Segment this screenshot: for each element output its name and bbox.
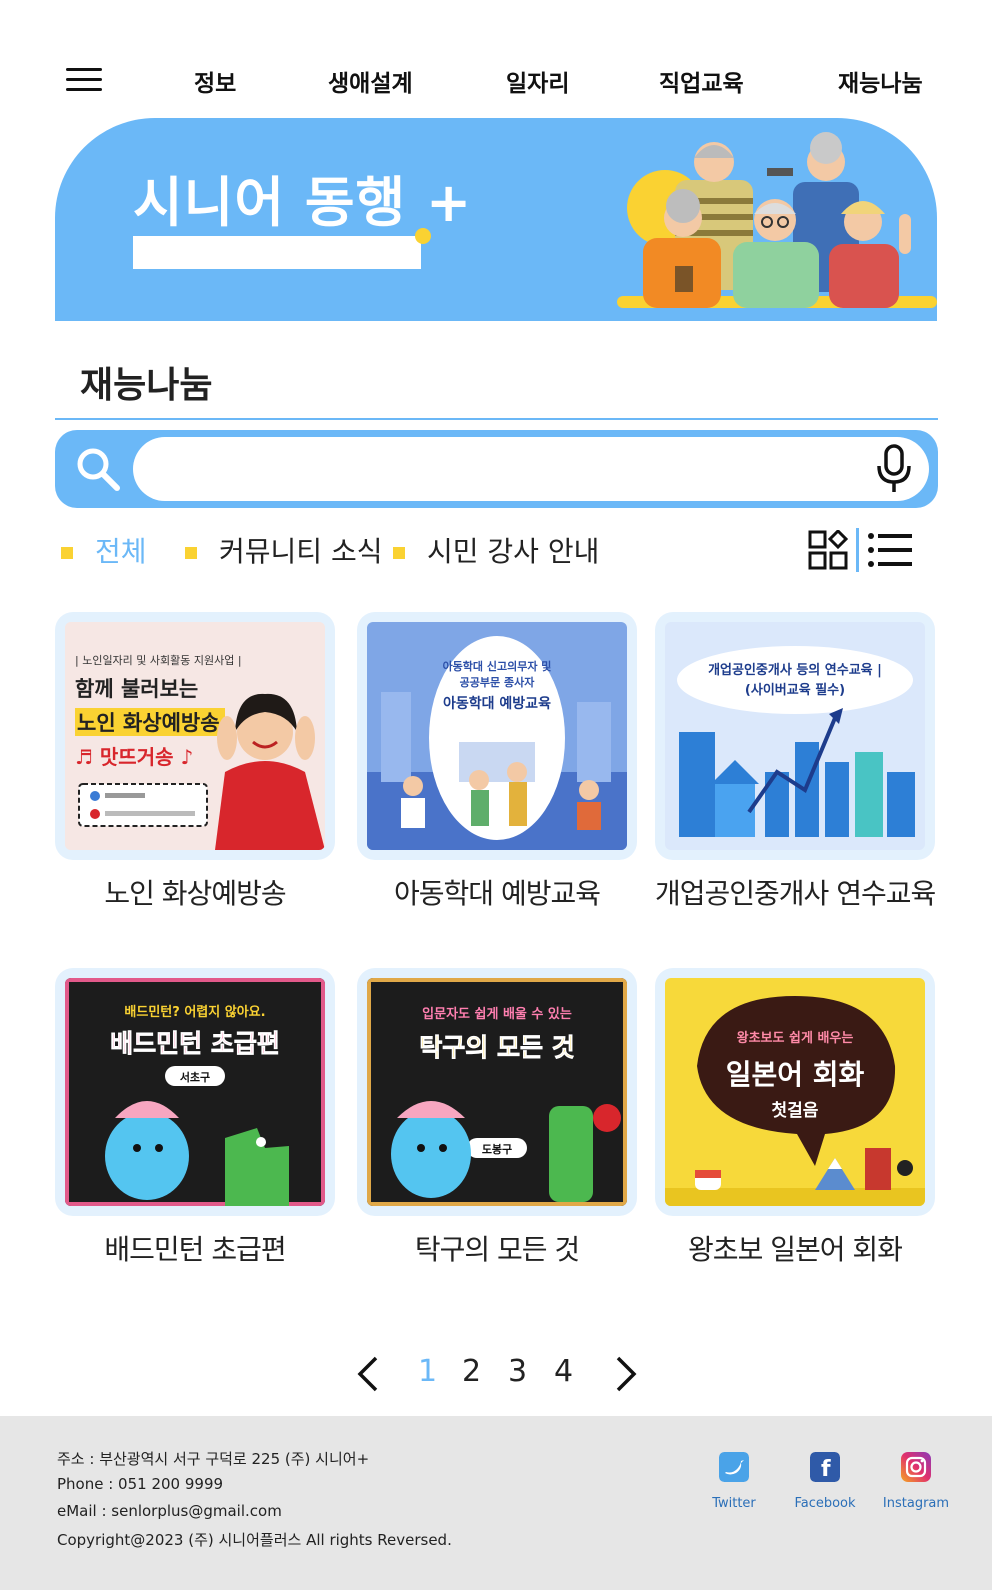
- realtor-training-image: 개업공인중개사 등의 연수교육 | (사이버교육 필수): [665, 622, 925, 850]
- filter-citizen-instructor[interactable]: 시민 강사 안내: [393, 530, 599, 570]
- bullet-square: [185, 547, 197, 559]
- filter-community-news[interactable]: 커뮤니티 소식: [185, 530, 382, 570]
- footer-copyright: Copyright@2023 (주) 시니어플러스 All rights Rev…: [57, 1531, 452, 1549]
- category-filters: 전체 커뮤니티 소식 시민 강사 안내: [55, 526, 938, 572]
- facebook-link[interactable]: f Facebook: [785, 1452, 865, 1511]
- filter-label: 시민 강사 안내: [427, 535, 600, 568]
- instagram-icon: [901, 1452, 931, 1482]
- footer: 주소 : 부산광역시 서구 구덕로 225 (주) 시니어+ Phone : 0…: [0, 1416, 992, 1590]
- bullet-square: [61, 547, 73, 559]
- footer-email: eMail : senlorplus@gmail.com: [57, 1502, 282, 1520]
- hero-banner: 시니어 동행 +: [55, 118, 937, 321]
- image-caption: 배드민턴 초급편: [110, 1029, 280, 1058]
- card-title: 아동학대 예방교육: [394, 877, 601, 910]
- nav-item-jobs[interactable]: 일자리: [506, 64, 569, 98]
- list-view-icon[interactable]: [868, 532, 912, 568]
- card-thumbnail: 아동학대 신고의무자 및 공공부문 종사자 아동학대 예방교육: [357, 612, 637, 860]
- title-divider: [55, 418, 938, 420]
- next-page-chevron-icon[interactable]: [614, 1356, 638, 1392]
- content-card[interactable]: 왕초보도 쉽게 배우는 일본어 회화 첫걸음 왕초보 일본어 회화: [655, 968, 935, 1268]
- image-caption: 개업공인중개사 등의 연수교육 |: [708, 662, 882, 678]
- burn-prevention-song-image: | 노인일자리 및 사회활동 지원사업 | 함께 불러보는 노인 화상예방송 ♬…: [65, 622, 325, 850]
- hamburger-menu-icon[interactable]: [66, 68, 102, 94]
- image-caption: 서초구: [180, 1070, 210, 1084]
- content-card[interactable]: 입문자도 쉽게 배울 수 있는 탁구의 모든 것 도봉구 탁구의 모든 것: [357, 968, 637, 1268]
- svg-text:f: f: [821, 1457, 831, 1482]
- card-title: 왕초보 일본어 회화: [688, 1233, 903, 1266]
- content-card[interactable]: 배드민턴? 어렵지 않아요. 배드민턴 초급편 서초구 배드민턴 초급편: [55, 968, 335, 1268]
- instagram-link[interactable]: Instagram: [876, 1452, 956, 1511]
- image-caption: 도봉구: [482, 1143, 512, 1156]
- content-card[interactable]: 개업공인중개사 등의 연수교육 | (사이버교육 필수) 개업공인중개사 연수교…: [655, 612, 936, 912]
- twitter-icon: [719, 1452, 749, 1482]
- card-thumbnail: 입문자도 쉽게 배울 수 있는 탁구의 모든 것 도봉구: [357, 968, 637, 1216]
- footer-phone: Phone : 051 200 9999: [57, 1475, 224, 1493]
- content-card[interactable]: | 노인일자리 및 사회활동 지원사업 | 함께 불러보는 노인 화상예방송 ♬…: [55, 612, 335, 912]
- card-title: 배드민턴 초급편: [104, 1233, 286, 1266]
- pagination: 1 2 3 4: [0, 1350, 992, 1400]
- filter-label: 전체: [95, 535, 147, 568]
- top-nav: 정보 생애설계 일자리 직업교육 재능나눔: [0, 50, 992, 110]
- social-label: Facebook: [794, 1496, 856, 1511]
- twitter-link[interactable]: Twitter: [694, 1452, 774, 1511]
- footer-address: 주소 : 부산광역시 서구 구덕로 225 (주) 시니어+: [57, 1450, 370, 1468]
- toggle-divider: [856, 528, 859, 572]
- card-thumbnail: 왕초보도 쉽게 배우는 일본어 회화 첫걸음: [655, 968, 935, 1216]
- page-number[interactable]: 4: [554, 1354, 573, 1389]
- image-caption: 일본어 회화: [726, 1058, 865, 1091]
- image-caption: 탁구의 모든 것: [419, 1033, 574, 1062]
- image-caption: 함께 불러보는: [75, 677, 198, 701]
- image-caption: | 노인일자리 및 사회활동 지원사업 |: [75, 653, 242, 667]
- page-title: 재능나눔: [80, 365, 213, 406]
- card-thumbnail: 개업공인중개사 등의 연수교육 | (사이버교육 필수): [655, 612, 935, 860]
- microphone-icon[interactable]: [874, 444, 914, 494]
- prev-page-chevron-icon[interactable]: [356, 1356, 380, 1392]
- nav-item-talent-sharing[interactable]: 재능나눔: [838, 64, 923, 98]
- image-caption: 노인 화상예방송: [77, 711, 220, 735]
- banner-underline-bar: [133, 236, 421, 269]
- card-title: 노인 화상예방송: [104, 877, 286, 910]
- grid-view-icon[interactable]: [808, 530, 848, 570]
- banner-title: 시니어 동행 +: [133, 171, 473, 234]
- filter-label: 커뮤니티 소식: [219, 535, 383, 568]
- nav-item-info[interactable]: 정보: [194, 64, 236, 98]
- image-caption: 공공부문 종사자: [460, 675, 536, 689]
- image-caption: 왕초보도 쉽게 배우는: [737, 1030, 854, 1046]
- page-number[interactable]: 3: [508, 1354, 527, 1389]
- banner-dot: [415, 228, 431, 244]
- image-caption: 아동학대 예방교육: [443, 695, 551, 712]
- badminton-beginner-image: 배드민턴? 어렵지 않아요. 배드민턴 초급편 서초구: [65, 978, 325, 1206]
- social-label: Twitter: [712, 1496, 756, 1511]
- content-card[interactable]: 아동학대 신고의무자 및 공공부문 종사자 아동학대 예방교육 아동학대 예방교…: [357, 612, 637, 912]
- nav-item-vocational-education[interactable]: 직업교육: [659, 64, 744, 98]
- japanese-conversation-image: 왕초보도 쉽게 배우는 일본어 회화 첫걸음: [665, 978, 925, 1206]
- child-abuse-prevention-image: 아동학대 신고의무자 및 공공부문 종사자 아동학대 예방교육: [367, 622, 627, 850]
- seniors-illustration: [617, 132, 937, 308]
- card-thumbnail: | 노인일자리 및 사회활동 지원사업 | 함께 불러보는 노인 화상예방송 ♬…: [55, 612, 335, 860]
- card-thumbnail: 배드민턴? 어렵지 않아요. 배드민턴 초급편 서초구: [55, 968, 335, 1216]
- page-number[interactable]: 2: [462, 1354, 481, 1389]
- nav-item-life-planning[interactable]: 생애설계: [328, 64, 413, 98]
- facebook-icon: f: [810, 1452, 840, 1482]
- search-icon[interactable]: [75, 446, 121, 492]
- search-bar: [55, 430, 938, 508]
- image-caption: (사이버교육 필수): [745, 682, 845, 698]
- bullet-square: [393, 547, 405, 559]
- image-caption: 첫걸음: [772, 1100, 819, 1121]
- image-caption: 배드민턴? 어렵지 않아요.: [124, 1004, 265, 1020]
- view-toggle: [808, 528, 918, 572]
- image-caption: ♬ 맛뜨거송 ♪: [75, 745, 193, 769]
- card-title: 개업공인중개사 연수교육: [655, 877, 936, 910]
- image-caption: 입문자도 쉽게 배울 수 있는: [422, 1006, 572, 1022]
- image-caption: 아동학대 신고의무자 및: [443, 659, 552, 673]
- card-title: 탁구의 모든 것: [414, 1233, 580, 1266]
- table-tennis-image: 입문자도 쉽게 배울 수 있는 탁구의 모든 것 도봉구: [367, 978, 627, 1206]
- filter-all[interactable]: 전체: [61, 530, 147, 570]
- social-label: Instagram: [882, 1496, 950, 1511]
- page-number[interactable]: 1: [418, 1354, 437, 1389]
- search-input[interactable]: [133, 437, 929, 501]
